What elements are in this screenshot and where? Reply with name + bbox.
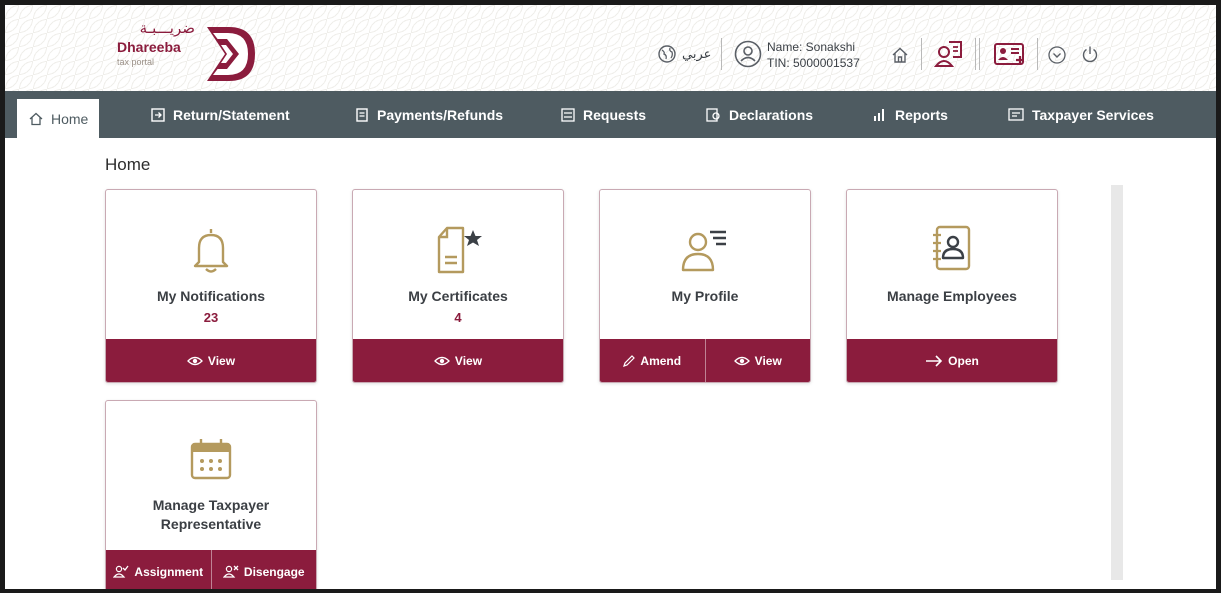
nav-item-reports[interactable]: Reports bbox=[873, 91, 948, 138]
card-actions: Assignment Disengage bbox=[106, 550, 316, 589]
top-header: ضريـــبـة Dhareeba tax portal عربي Name:… bbox=[5, 5, 1216, 91]
profile-icon bbox=[600, 226, 810, 272]
brand-name: Dhareeba bbox=[117, 39, 181, 55]
nav-item-taxpayer-services[interactable]: Taxpayer Services bbox=[1008, 91, 1154, 138]
user-x-icon bbox=[222, 565, 239, 578]
id-card-plus-icon[interactable] bbox=[993, 41, 1027, 67]
card-actions: Amend View bbox=[600, 339, 810, 382]
action-label: Amend bbox=[640, 353, 682, 368]
amend-button[interactable]: Amend bbox=[600, 339, 705, 382]
nav-item-label: Payments/Refunds bbox=[377, 106, 504, 123]
nav-item-label: Taxpayer Services bbox=[1032, 106, 1154, 123]
contacts-book-icon bbox=[847, 224, 1057, 272]
nav-item-declarations[interactable]: Declarations bbox=[706, 91, 813, 138]
user-circle-icon[interactable] bbox=[733, 39, 763, 69]
card-my-certificates: My Certificates 4 View bbox=[352, 189, 564, 383]
power-icon[interactable] bbox=[1080, 44, 1100, 64]
action-label: Open bbox=[948, 353, 979, 368]
card-my-profile: My Profile Amend View bbox=[599, 189, 811, 383]
user-check-icon bbox=[113, 565, 129, 578]
brand-subtitle: tax portal bbox=[117, 57, 155, 67]
user-tin: TIN: 5000001537 bbox=[767, 56, 860, 70]
return-icon bbox=[151, 107, 165, 122]
language-toggle[interactable]: عربي bbox=[682, 43, 711, 65]
nav-item-label: Declarations bbox=[729, 106, 814, 123]
pencil-icon bbox=[623, 354, 636, 367]
card-my-notifications: My Notifications 23 View bbox=[105, 189, 317, 383]
card-title: My Notifications bbox=[156, 288, 266, 304]
scrollbar[interactable] bbox=[1111, 185, 1123, 580]
user-document-icon[interactable] bbox=[933, 38, 965, 70]
card-actions: Open bbox=[847, 339, 1057, 382]
brand-arabic-name: ضريـــبـة bbox=[139, 19, 195, 37]
action-label: Disengage bbox=[243, 564, 305, 579]
nav-item-label: Requests bbox=[583, 106, 647, 123]
view-button[interactable]: View bbox=[106, 339, 316, 382]
user-info: Name: Sonakshi TIN: 5000001537 bbox=[767, 39, 860, 71]
nav-item-requests[interactable]: Requests bbox=[561, 91, 646, 138]
globe-icon[interactable] bbox=[657, 44, 677, 64]
divider bbox=[975, 38, 976, 70]
arrow-right-icon bbox=[926, 354, 943, 367]
app-window: ضريـــبـة Dhareeba tax portal عربي Name:… bbox=[5, 5, 1216, 589]
action-label: View bbox=[207, 353, 236, 368]
home-icon bbox=[29, 112, 43, 125]
reports-icon bbox=[874, 108, 884, 121]
main-nav: Home Return/Statement Payments/Refunds R… bbox=[5, 91, 1216, 138]
card-title: Manage Employees bbox=[887, 288, 1017, 304]
payments-icon bbox=[356, 107, 368, 122]
assignment-button[interactable]: Assignment bbox=[106, 550, 211, 589]
eye-icon bbox=[733, 356, 750, 365]
nav-item-home[interactable]: Home bbox=[17, 99, 99, 138]
card-title: Manage Taxpayer Representative bbox=[106, 496, 316, 534]
home-icon[interactable] bbox=[890, 45, 910, 65]
divider bbox=[1037, 38, 1038, 70]
calendar-icon bbox=[106, 437, 316, 481]
card-manage-taxpayer-representative: Manage Taxpayer Representative Assignmen… bbox=[105, 400, 317, 589]
divider bbox=[721, 38, 722, 70]
nav-item-return-statement[interactable]: Return/Statement bbox=[151, 91, 290, 138]
brand-logo-block[interactable]: ضريـــبـة Dhareeba tax portal bbox=[109, 19, 259, 89]
card-actions: View bbox=[106, 339, 316, 382]
eye-icon bbox=[434, 356, 450, 365]
taxpayer-services-icon bbox=[1008, 107, 1024, 121]
view-button[interactable]: View bbox=[353, 339, 563, 382]
user-name: Name: Sonakshi bbox=[767, 40, 856, 54]
card-title: My Profile bbox=[671, 288, 739, 304]
view-button[interactable]: View bbox=[704, 339, 811, 382]
card-title-line: Representative bbox=[160, 516, 262, 532]
chevron-circle-down-icon[interactable] bbox=[1047, 45, 1067, 65]
card-title-line: Manage Taxpayer bbox=[152, 497, 270, 513]
requests-icon bbox=[561, 107, 575, 122]
action-label: View bbox=[454, 353, 483, 368]
declarations-icon bbox=[706, 107, 720, 122]
open-button[interactable]: Open bbox=[847, 339, 1057, 382]
card-manage-employees: Manage Employees Open bbox=[846, 189, 1058, 383]
nav-item-label: Home bbox=[51, 110, 89, 127]
certificate-icon bbox=[353, 224, 563, 274]
notification-count: 23 bbox=[203, 310, 219, 325]
dhareeba-logo-icon bbox=[207, 27, 255, 81]
card-title: My Certificates bbox=[408, 288, 508, 304]
bell-icon bbox=[106, 226, 316, 274]
disengage-button[interactable]: Disengage bbox=[210, 550, 317, 589]
page-title: Home bbox=[105, 155, 151, 174]
action-label: Assignment bbox=[134, 564, 204, 579]
divider bbox=[979, 38, 980, 70]
action-label: View bbox=[754, 353, 782, 368]
certificate-count: 4 bbox=[454, 310, 462, 325]
nav-item-label: Reports bbox=[895, 106, 948, 123]
nav-item-label: Return/Statement bbox=[173, 106, 290, 123]
card-actions: View bbox=[353, 339, 563, 382]
nav-item-payments-refunds[interactable]: Payments/Refunds bbox=[355, 91, 503, 138]
divider bbox=[921, 38, 922, 70]
eye-icon bbox=[187, 356, 203, 365]
